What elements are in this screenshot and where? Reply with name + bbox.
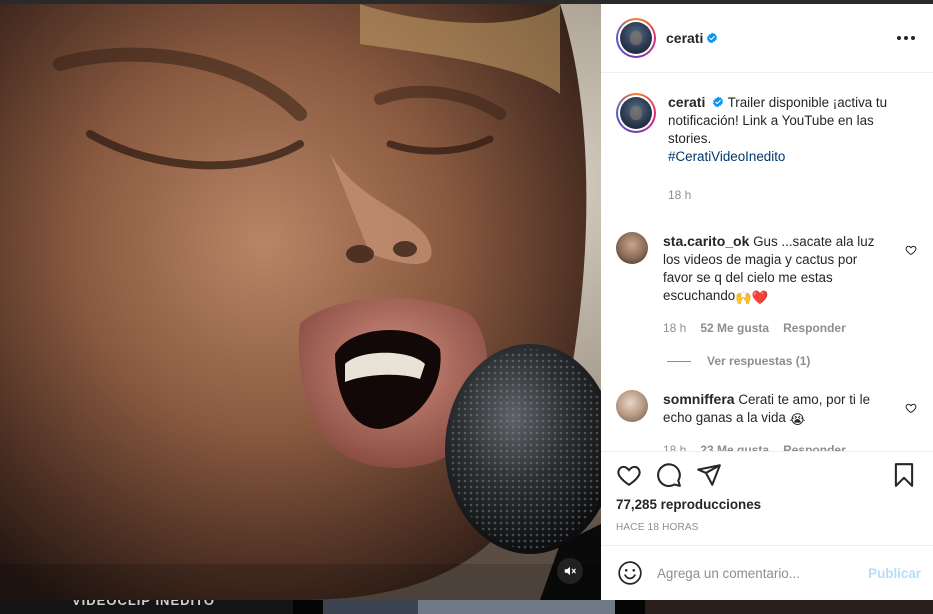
- comment-likes[interactable]: 23 Me gusta: [700, 441, 769, 451]
- comment-meta: 18 h 23 Me gusta Responder: [663, 441, 875, 451]
- backdrop-bottom-strip: VIDEOCLIP INEDITO: [0, 600, 933, 614]
- comment-input[interactable]: [657, 565, 869, 581]
- views-count[interactable]: 77,285 reproducciones: [616, 497, 917, 512]
- post-actions: 77,285 reproducciones HACE 18 HORAS: [601, 451, 933, 545]
- caption-meta: 18 h: [668, 186, 893, 204]
- comment-body: sta.carito_ok Gus ...sacate ala luz los …: [663, 232, 875, 337]
- reply-button[interactable]: Responder: [783, 319, 846, 337]
- comment-time[interactable]: 18 h: [663, 319, 686, 337]
- post-caption: cerati Trailer disponible ¡activa tu not…: [616, 93, 917, 204]
- raised-hands-emoji: 🙌: [735, 290, 752, 305]
- comment-like-heart-icon[interactable]: [905, 244, 917, 256]
- crying-face-emoji: 😭: [789, 412, 806, 427]
- caption-body: cerati Trailer disponible ¡activa tu not…: [668, 93, 893, 204]
- comment-item: sta.carito_ok Gus ...sacate ala luz los …: [616, 232, 917, 337]
- post-details-panel: cerati cerati Trailer disponible ¡activa…: [601, 4, 933, 600]
- comment-time[interactable]: 18 h: [663, 441, 686, 451]
- action-bar: [616, 460, 917, 490]
- posted-time[interactable]: HACE 18 HORAS: [616, 522, 917, 533]
- backdrop-caption: VIDEOCLIP INEDITO: [72, 600, 215, 608]
- comments-list[interactable]: cerati Trailer disponible ¡activa tu not…: [601, 73, 933, 451]
- speaker-muted-icon: [564, 566, 576, 576]
- comment-username[interactable]: somniffera: [663, 391, 735, 407]
- author-avatar[interactable]: [616, 18, 656, 58]
- comment-meta: 18 h 52 Me gusta Responder: [663, 319, 875, 337]
- replies-divider-line: [667, 360, 691, 362]
- comment-likes[interactable]: 52 Me gusta: [700, 319, 769, 337]
- verified-badge-icon: [713, 96, 724, 108]
- comment-icon[interactable]: [656, 462, 682, 488]
- caption-author-avatar[interactable]: [616, 93, 656, 133]
- comment-username[interactable]: sta.carito_ok: [663, 233, 749, 249]
- more-horizontal-icon: [897, 36, 901, 40]
- author-username[interactable]: cerati: [666, 30, 703, 46]
- paper-plane-icon[interactable]: [696, 462, 722, 488]
- view-replies-button[interactable]: Ver respuestas (1): [667, 354, 917, 368]
- comment-item: somniffera Cerati te amo, por ti le echo…: [616, 390, 917, 451]
- video-frame: [0, 4, 601, 600]
- red-heart-emoji: ❤️: [751, 290, 769, 305]
- author-name-block: cerati: [666, 30, 718, 46]
- more-options-button[interactable]: [893, 32, 919, 44]
- comment-like-heart-icon[interactable]: [905, 402, 917, 414]
- smiley-icon[interactable]: [617, 560, 643, 586]
- view-replies-label: Ver respuestas (1): [707, 354, 811, 368]
- verified-badge-icon: [707, 32, 718, 44]
- video-player[interactable]: [0, 4, 601, 600]
- commenter-avatar[interactable]: [616, 390, 648, 422]
- caption-username[interactable]: cerati: [668, 94, 705, 110]
- mute-button[interactable]: [557, 558, 583, 584]
- heart-icon[interactable]: [616, 462, 642, 488]
- reply-button[interactable]: Responder: [783, 441, 846, 451]
- commenter-avatar[interactable]: [616, 232, 648, 264]
- bookmark-icon[interactable]: [891, 462, 917, 488]
- publish-button[interactable]: Publicar: [868, 566, 921, 581]
- caption-hashtag[interactable]: #CeratiVideoInedito: [668, 148, 893, 166]
- post-header: cerati: [601, 4, 933, 73]
- comment-body: somniffera Cerati te amo, por ti le echo…: [663, 390, 875, 451]
- caption-time[interactable]: 18 h: [668, 186, 691, 204]
- comment-composer: Publicar: [601, 545, 933, 600]
